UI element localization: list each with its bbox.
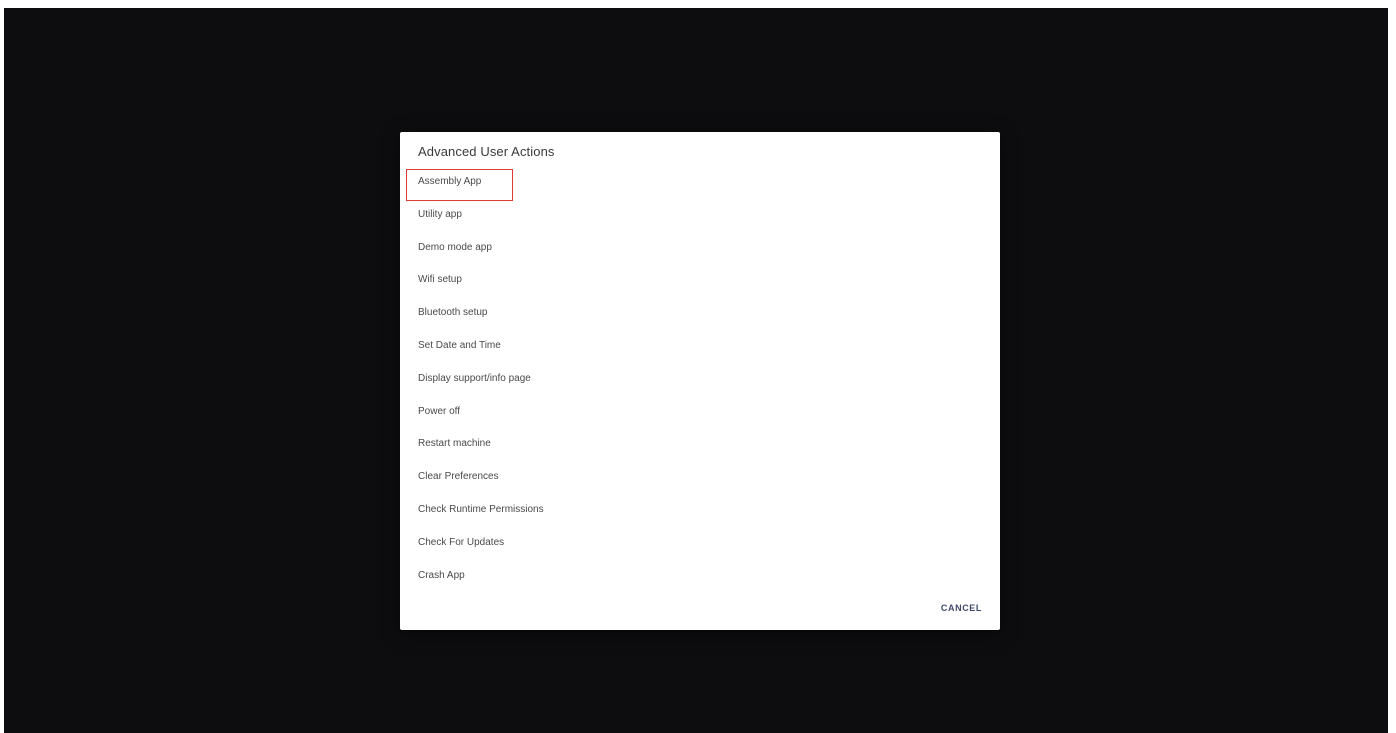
- dialog-actions: CANCEL: [941, 598, 982, 616]
- action-item-wifi-setup[interactable]: Wifi setup: [400, 264, 1000, 297]
- action-item-assembly-app[interactable]: Assembly App: [400, 166, 1000, 201]
- screen-background: Advanced User Actions Assembly App Utili…: [4, 8, 1388, 733]
- action-item-label: Check Runtime Permissions: [418, 503, 544, 515]
- cancel-button[interactable]: CANCEL: [941, 601, 982, 615]
- action-list: Assembly App Utility app Demo mode app W…: [400, 166, 1000, 592]
- action-item-label: Check For Updates: [418, 536, 505, 548]
- dialog-title: Advanced User Actions: [418, 144, 555, 159]
- action-item-clear-preferences[interactable]: Clear Preferences: [400, 461, 1000, 494]
- action-item-label: Demo mode app: [418, 241, 492, 253]
- action-item-crash-app[interactable]: Crash App: [400, 560, 1000, 593]
- action-item-label: Set Date and Time: [418, 339, 501, 351]
- action-item-label: Assembly App: [418, 176, 482, 187]
- action-item-utility-app[interactable]: Utility app: [400, 199, 1000, 232]
- advanced-user-actions-dialog: Advanced User Actions Assembly App Utili…: [400, 132, 1000, 630]
- action-item-label: Bluetooth setup: [418, 307, 488, 319]
- action-item-label: Power off: [418, 405, 461, 417]
- action-item-demo-mode-app[interactable]: Demo mode app: [400, 232, 1000, 265]
- action-item-check-runtime-permissions[interactable]: Check Runtime Permissions: [400, 494, 1000, 527]
- action-item-label: Crash App: [418, 569, 465, 581]
- action-item-label: Wifi setup: [418, 274, 462, 286]
- action-item-restart-machine[interactable]: Restart machine: [400, 428, 1000, 461]
- action-item-set-date-and-time[interactable]: Set Date and Time: [400, 330, 1000, 363]
- action-item-check-for-updates[interactable]: Check For Updates: [400, 527, 1000, 560]
- action-item-label: Utility app: [418, 208, 462, 220]
- action-item-bluetooth-setup[interactable]: Bluetooth setup: [400, 297, 1000, 330]
- action-item-label: Display support/info page: [418, 372, 531, 384]
- action-item-label: Restart machine: [418, 438, 491, 450]
- action-item-display-support-info-page[interactable]: Display support/info page: [400, 363, 1000, 396]
- action-item-power-off[interactable]: Power off: [400, 396, 1000, 429]
- action-item-label: Clear Preferences: [418, 471, 499, 483]
